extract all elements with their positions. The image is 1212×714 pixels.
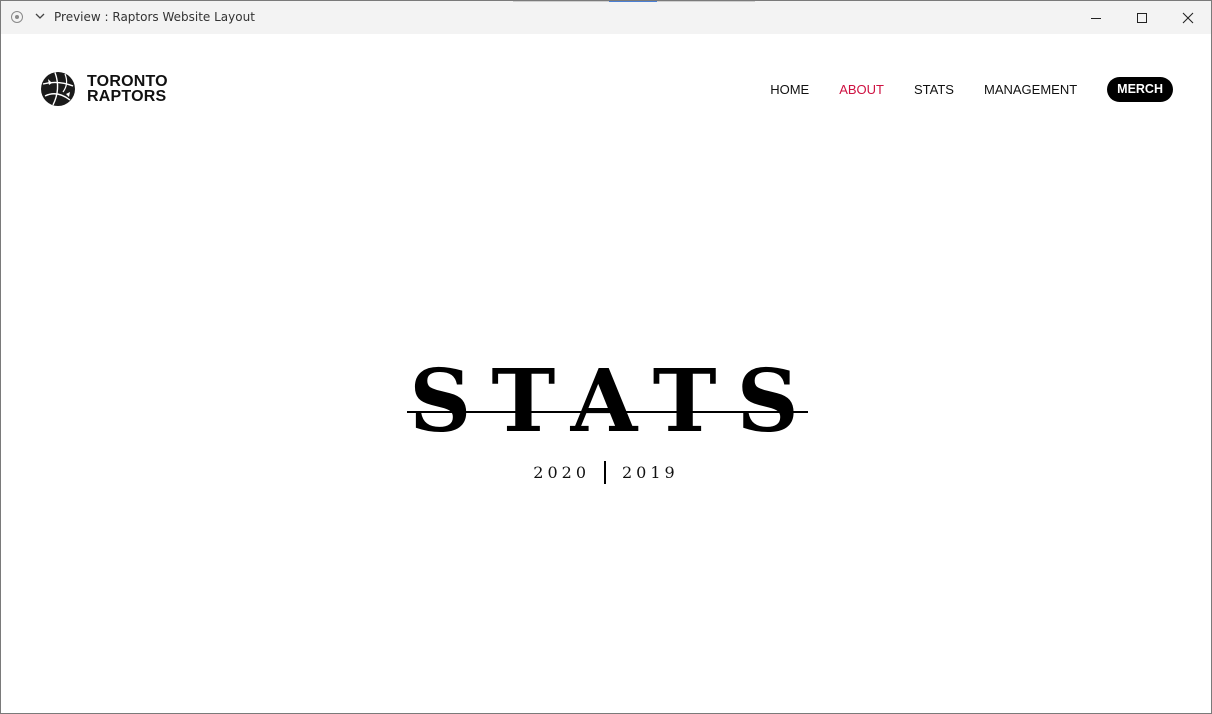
app-window: Preview : Raptors Website Layout TORONTO… (0, 0, 1212, 714)
main-nav: HOME ABOUT STATS MANAGEMENT MERCH (740, 77, 1173, 102)
window-controls (1073, 1, 1211, 34)
nav-item-about[interactable]: ABOUT (839, 78, 884, 102)
record-icon[interactable] (11, 11, 23, 23)
season-selector: 2020 2019 (1, 461, 1211, 484)
minimize-icon (1091, 17, 1101, 19)
year-2020-link[interactable]: 2020 (533, 463, 590, 482)
minimize-button[interactable] (1073, 1, 1119, 34)
merch-button[interactable]: MERCH (1107, 77, 1173, 102)
window-title: Preview : Raptors Website Layout (54, 10, 255, 24)
chevron-down-icon[interactable] (34, 9, 46, 23)
brand-name: TORONTO RAPTORS (87, 73, 168, 105)
maximize-icon (1137, 12, 1147, 23)
brand-line-1: TORONTO (87, 73, 168, 90)
brand-logo[interactable]: TORONTO RAPTORS (39, 70, 168, 108)
hero-title: STATS (409, 351, 819, 452)
close-button[interactable] (1165, 1, 1211, 34)
close-icon (1182, 12, 1194, 23)
year-divider (604, 461, 606, 484)
title-bar: Preview : Raptors Website Layout (1, 1, 1211, 34)
brand-line-2: RAPTORS (87, 88, 167, 105)
title-bar-accent-highlight (609, 1, 657, 2)
hero-title-strikethrough (407, 411, 808, 413)
raptors-ball-icon (41, 72, 75, 106)
nav-item-management[interactable]: MANAGEMENT (984, 78, 1077, 102)
year-2019-link[interactable]: 2019 (622, 463, 679, 482)
nav-item-home[interactable]: HOME (770, 78, 809, 102)
maximize-button[interactable] (1119, 1, 1165, 34)
nav-item-stats[interactable]: STATS (914, 78, 954, 102)
